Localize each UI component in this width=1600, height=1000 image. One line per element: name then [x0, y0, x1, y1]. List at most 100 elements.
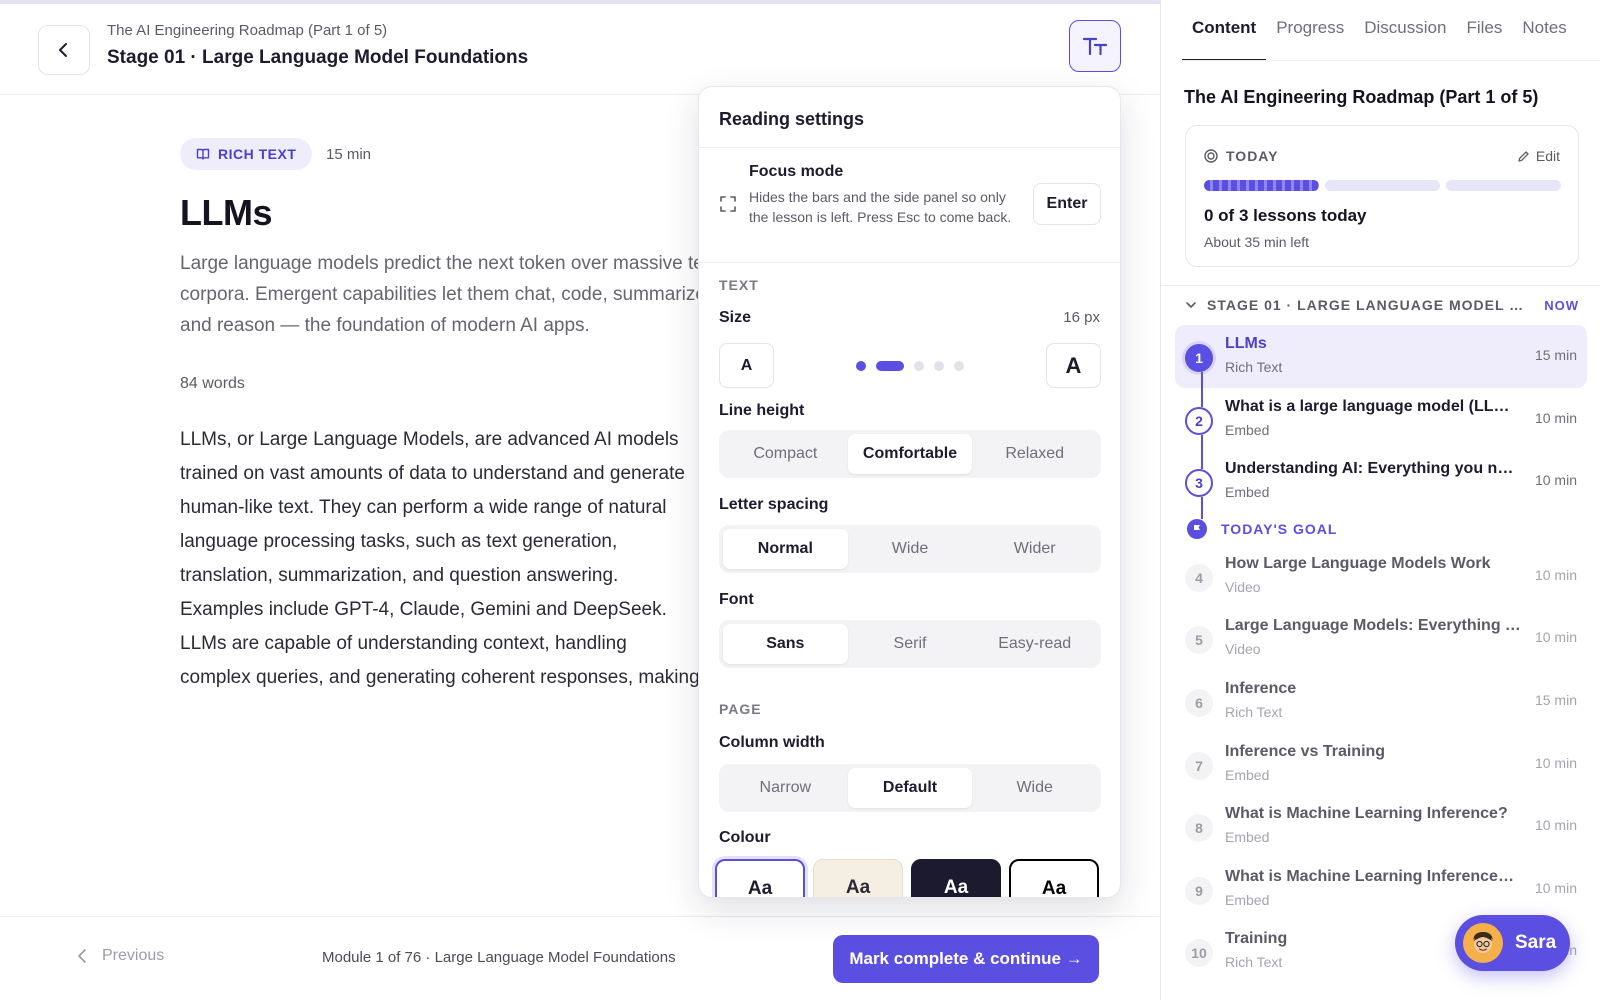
- colour-label: Colour: [719, 829, 771, 846]
- stage-name: STAGE 01 · LARGE LANGUAGE MODEL FOUNDATI…: [1207, 297, 1525, 313]
- size-label: Size: [719, 309, 752, 326]
- course-sidebar: Content Progress Discussion Files Notes The …: [1160, 0, 1600, 1000]
- lesson-item-title: How Large Language Models Work: [1225, 554, 1491, 572]
- focus-mode-enter-button[interactable]: Enter: [1033, 183, 1101, 225]
- edit-label: Edit: [1535, 148, 1560, 164]
- stage-header[interactable]: STAGE 01 · LARGE LANGUAGE MODEL FOUNDATI…: [1185, 297, 1579, 313]
- size-slider[interactable]: [856, 361, 964, 371]
- text-size-icon: [1082, 37, 1108, 56]
- line-height-label: Line height: [719, 402, 805, 419]
- letter-spacing-option-wider[interactable]: Wider: [972, 529, 1097, 569]
- sidebar-tabs: Content Progress Discussion Files Notes: [1182, 0, 1577, 61]
- mark-complete-button[interactable]: Mark complete & continue →: [833, 935, 1099, 983]
- line-height-option-compact[interactable]: Compact: [723, 434, 848, 474]
- flag-icon: [1194, 524, 1200, 533]
- stage-title: Stage 01 · Large Language Model Foundati…: [107, 47, 529, 68]
- size-step[interactable]: [934, 361, 944, 371]
- colour-option[interactable]: Aa: [911, 859, 1001, 897]
- assistant-name: Sara: [1515, 932, 1557, 953]
- edit-goal-button[interactable]: Edit: [1517, 148, 1560, 164]
- lesson-item-duration: 10 min: [1534, 817, 1577, 834]
- size-step[interactable]: [954, 361, 964, 371]
- course-title: The AI Engineering Roadmap (Part 1 of 5): [107, 22, 388, 39]
- tab-discussion[interactable]: Discussion: [1354, 0, 1456, 61]
- lesson-item-duration: 10 min: [1534, 754, 1577, 771]
- lesson-item[interactable]: 5 Large Language Models: Everything You N…: [1175, 607, 1587, 670]
- size-value: 16 px: [1063, 309, 1100, 326]
- todays-goal-label: TODAY'S GOAL: [1221, 520, 1338, 537]
- colour-option[interactable]: Aa: [1009, 859, 1099, 897]
- lesson-item-duration: 10 min: [1534, 629, 1577, 646]
- line-height-option-relaxed[interactable]: Relaxed: [972, 434, 1097, 474]
- today-label: TODAY: [1226, 148, 1279, 164]
- font-selector: Sans Serif Easy-read: [719, 620, 1101, 668]
- colour-option[interactable]: Aa: [813, 859, 903, 897]
- focus-mode-title: Focus mode: [749, 163, 844, 180]
- divider: [1182, 60, 1600, 61]
- letter-spacing-option-normal[interactable]: Normal: [723, 529, 848, 569]
- focus-mode-icon: [720, 196, 736, 212]
- lesson-number: 3: [1185, 469, 1213, 498]
- lesson-item[interactable]: 2 What is a large language model (LLM)? Em…: [1175, 387, 1587, 451]
- chevron-down-icon: [1186, 302, 1196, 308]
- column-width-option-default[interactable]: Default: [847, 768, 973, 808]
- tab-content[interactable]: Content: [1182, 0, 1267, 61]
- lesson-item-type: Embed: [1225, 891, 1270, 908]
- tab-progress[interactable]: Progress: [1266, 0, 1354, 61]
- tab-files[interactable]: Files: [1456, 0, 1512, 61]
- tab-notes[interactable]: Notes: [1512, 0, 1576, 61]
- lesson-duration: 15 min: [326, 146, 372, 163]
- lesson-item-type: Rich Text: [1225, 954, 1283, 971]
- progress-track: [1201, 512, 1203, 519]
- lesson-item-title: Understanding AI: Everything you need to…: [1225, 460, 1521, 478]
- lesson-number: 9: [1185, 876, 1213, 905]
- previous-button[interactable]: Previous: [76, 947, 164, 965]
- font-option-serif[interactable]: Serif: [848, 624, 973, 664]
- module-indicator: Module 1 of 76 · Large Language Model Fo…: [322, 949, 676, 966]
- font-label: Font: [719, 591, 754, 608]
- lesson-item[interactable]: 6 Inference Rich Text 15 min: [1175, 670, 1587, 733]
- font-option-easy-read[interactable]: Easy-read: [972, 624, 1097, 664]
- chevron-left-icon: [78, 949, 86, 963]
- decrease-size-button[interactable]: A: [719, 343, 774, 388]
- colour-option[interactable]: Aa: [715, 859, 805, 897]
- increase-size-button[interactable]: A: [1046, 343, 1101, 388]
- page-section-label: PAGE: [719, 701, 762, 717]
- progress-track: [1201, 434, 1203, 451]
- line-height-option-comfortable[interactable]: Comfortable: [847, 434, 973, 474]
- lesson-number: 4: [1185, 563, 1213, 592]
- today-lesson-count: 0 of 3 lessons today: [1204, 206, 1367, 225]
- lesson-item[interactable]: 9 What is Machine Learning Inference? An …: [1175, 858, 1587, 921]
- lesson-item-type: Embed: [1225, 829, 1270, 846]
- lesson-number: 6: [1185, 688, 1213, 717]
- column-width-option-narrow[interactable]: Narrow: [723, 768, 848, 808]
- lesson-item-title: What is a large language model (LLM)?: [1225, 397, 1521, 415]
- lesson-item[interactable]: 7 Inference vs Training Embed 10 min: [1175, 733, 1587, 796]
- progress-track: [1201, 450, 1203, 470]
- size-step[interactable]: [876, 361, 904, 371]
- lesson-item[interactable]: 1 LLMs Rich Text 15 min: [1175, 325, 1587, 388]
- font-option-sans[interactable]: Sans: [723, 624, 848, 664]
- lesson-item[interactable]: 4 How Large Language Models Work Video 10 m…: [1175, 545, 1587, 608]
- line-height-selector: Compact Comfortable Relaxed: [719, 430, 1101, 478]
- reading-settings-button[interactable]: [1069, 20, 1121, 72]
- progress-track: [1201, 372, 1203, 388]
- letter-spacing-option-wide[interactable]: Wide: [848, 529, 973, 569]
- lesson-item-duration: 10 min: [1534, 566, 1577, 583]
- size-step[interactable]: [914, 361, 924, 371]
- lesson-item-type: Rich Text: [1225, 359, 1283, 375]
- lesson-item[interactable]: 8 What is Machine Learning Inference? Embe…: [1175, 795, 1587, 858]
- back-button[interactable]: [38, 25, 90, 75]
- lesson-number: 10: [1185, 939, 1213, 968]
- divider: [699, 147, 1120, 148]
- goal-dot: [1187, 518, 1207, 539]
- progress-segment-current: [1204, 180, 1319, 191]
- divider: [699, 262, 1120, 263]
- today-time-left: About 35 min left: [1204, 234, 1310, 250]
- lesson-item[interactable]: 3 Understanding AI: Everything you need t…: [1175, 450, 1587, 514]
- column-width-option-wide[interactable]: Wide: [972, 768, 1097, 808]
- size-step[interactable]: [856, 361, 866, 371]
- lesson-item-type: Embed: [1225, 766, 1270, 783]
- letter-spacing-selector: Normal Wide Wider: [719, 525, 1101, 573]
- assistant-button[interactable]: Sara: [1455, 915, 1570, 971]
